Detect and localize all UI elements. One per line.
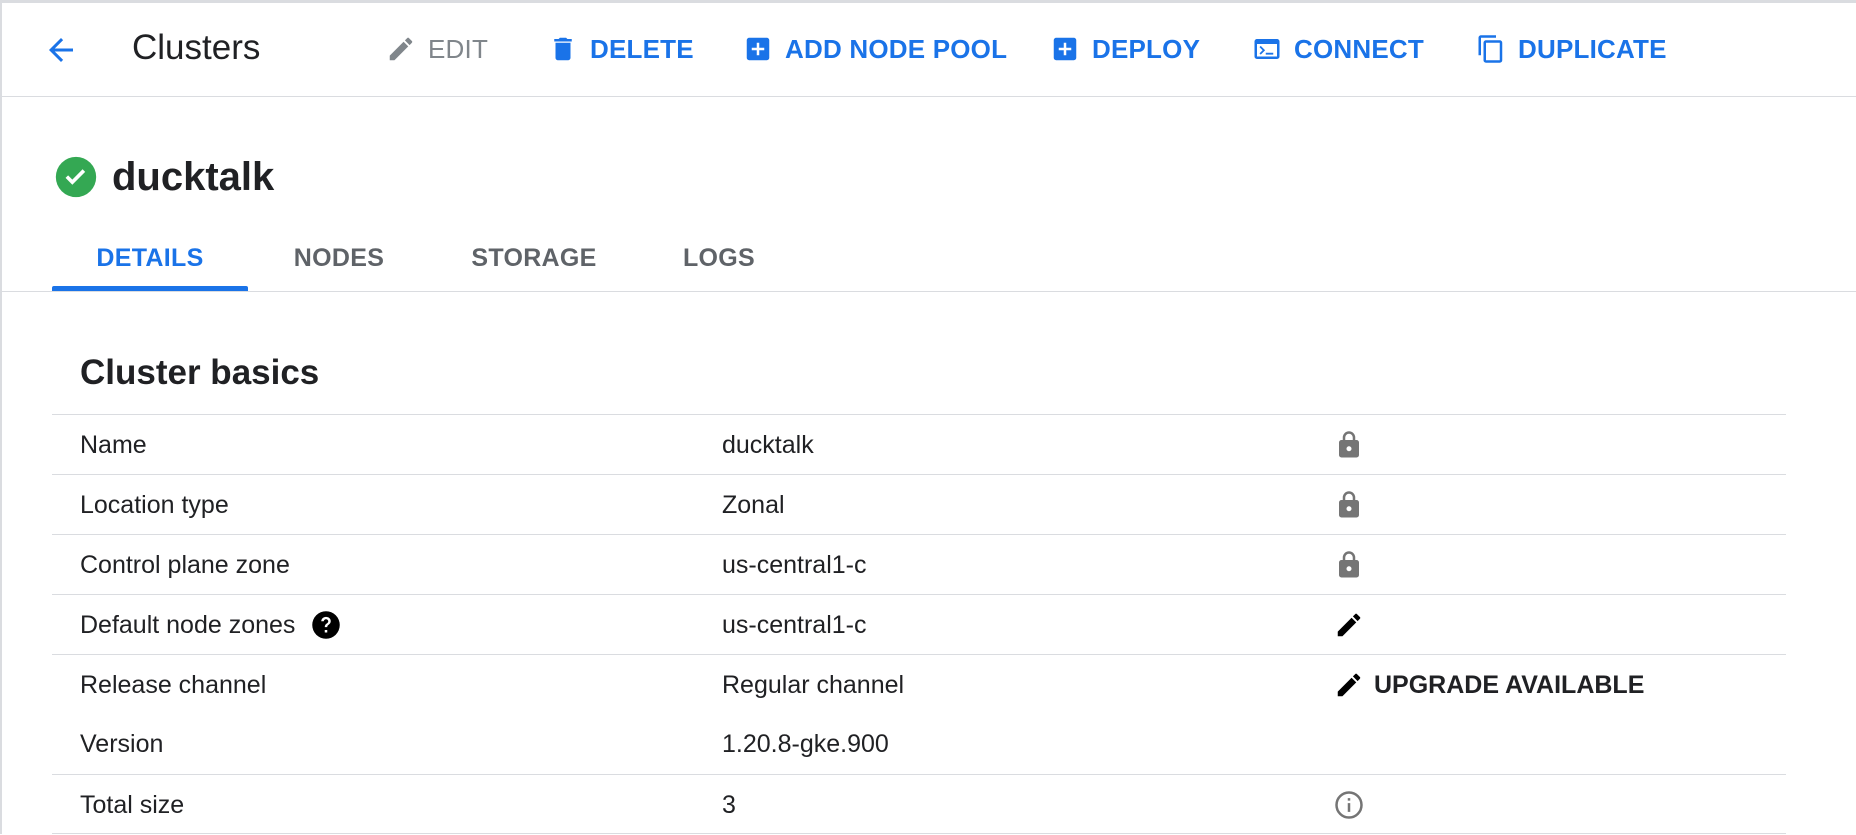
connect-button[interactable]: CONNECT xyxy=(1252,29,1424,69)
edit-icon xyxy=(1337,673,1361,697)
add-node-pool-label: ADD NODE POOL xyxy=(785,33,1008,64)
info-icon xyxy=(1335,791,1363,819)
edit-button[interactable]: EDIT xyxy=(386,29,488,69)
property-label: Control plane zone xyxy=(80,550,290,579)
property-action xyxy=(1334,415,1364,475)
property-label: Default node zones xyxy=(80,610,296,639)
tab-bar: DETAILS NODES STORAGE LOGS xyxy=(2,225,1856,292)
property-label: Name xyxy=(80,430,147,459)
property-action xyxy=(1334,775,1364,835)
property-row-release-channel: Release channel Regular channel UPGRADE … xyxy=(52,654,1786,714)
cluster-basics-table: Name ducktalk Location type Zonal Contro… xyxy=(52,414,1786,834)
delete-button[interactable]: DELETE xyxy=(548,29,694,69)
delete-icon xyxy=(554,37,572,61)
tab-storage[interactable]: STORAGE xyxy=(464,225,604,292)
help-icon xyxy=(312,611,341,639)
property-row-total-size: Total size 3 xyxy=(52,774,1786,834)
property-label: Location type xyxy=(80,490,229,519)
copy-icon xyxy=(1478,35,1503,63)
duplicate-label: DUPLICATE xyxy=(1518,33,1667,64)
deploy-label: DEPLOY xyxy=(1092,33,1201,64)
add-node-pool-button[interactable]: ADD NODE POOL xyxy=(743,29,1007,69)
edit-default-node-zones-button[interactable] xyxy=(1334,610,1364,640)
property-label: Total size xyxy=(80,790,185,819)
property-label: Release channel xyxy=(80,670,267,699)
edit-icon xyxy=(389,37,413,61)
property-action xyxy=(1334,475,1364,535)
cluster-name: ducktalk xyxy=(112,155,275,199)
property-row-version: Version 1.20.8-gke.900 xyxy=(52,714,1786,774)
upgrade-available-button[interactable]: UPGRADE AVAILABLE xyxy=(1334,655,1644,715)
tab-details[interactable]: DETAILS xyxy=(52,225,248,292)
property-value: Regular channel xyxy=(722,670,905,699)
property-row-control-plane-zone: Control plane zone us-central1-c xyxy=(52,534,1786,594)
total-size-info-button[interactable] xyxy=(1334,790,1364,820)
upgrade-available-label: UPGRADE AVAILABLE xyxy=(1374,670,1645,699)
page-title: Clusters xyxy=(132,28,261,67)
property-action xyxy=(1334,595,1364,655)
arrow-back-icon xyxy=(49,38,73,62)
add-box-icon xyxy=(1053,37,1077,61)
lock-icon xyxy=(1339,431,1359,458)
property-label: Version xyxy=(80,729,164,758)
edit-label: EDIT xyxy=(428,33,489,64)
property-row-name: Name ducktalk xyxy=(52,414,1786,474)
lock-icon xyxy=(1339,551,1359,578)
property-value: Zonal xyxy=(722,490,785,519)
section-title: Cluster basics xyxy=(80,353,320,392)
duplicate-button[interactable]: DUPLICATE xyxy=(1476,29,1667,69)
help-button[interactable] xyxy=(311,610,341,640)
lock-icon xyxy=(1339,491,1359,518)
toolbar: Clusters EDIT DELETE ADD NODE POOL DEPLO… xyxy=(2,3,1856,97)
page-frame: Clusters EDIT DELETE ADD NODE POOL DEPLO… xyxy=(0,0,1856,834)
tab-nodes[interactable]: NODES xyxy=(280,225,398,292)
connect-label: CONNECT xyxy=(1294,33,1424,64)
property-row-default-node-zones: Default node zones us-central1-c xyxy=(52,594,1786,654)
property-value: 3 xyxy=(722,790,736,819)
add-box-icon xyxy=(746,37,770,61)
back-button[interactable] xyxy=(38,27,84,73)
cluster-heading: ducktalk xyxy=(54,153,274,201)
property-value: us-central1-c xyxy=(722,550,867,579)
property-row-location-type: Location type Zonal xyxy=(52,474,1786,534)
deploy-button[interactable]: DEPLOY xyxy=(1050,29,1200,69)
property-label-with-help: Default node zones xyxy=(80,595,341,655)
property-action xyxy=(1334,535,1364,595)
property-value: 1.20.8-gke.900 xyxy=(722,729,889,758)
active-tab-indicator xyxy=(52,286,248,291)
tab-logs[interactable]: LOGS xyxy=(674,225,764,292)
terminal-icon xyxy=(1254,39,1280,59)
check-circle-icon xyxy=(55,156,97,198)
property-value: ducktalk xyxy=(722,430,814,459)
delete-label: DELETE xyxy=(590,33,694,64)
edit-icon xyxy=(1337,613,1361,637)
property-value: us-central1-c xyxy=(722,610,867,639)
